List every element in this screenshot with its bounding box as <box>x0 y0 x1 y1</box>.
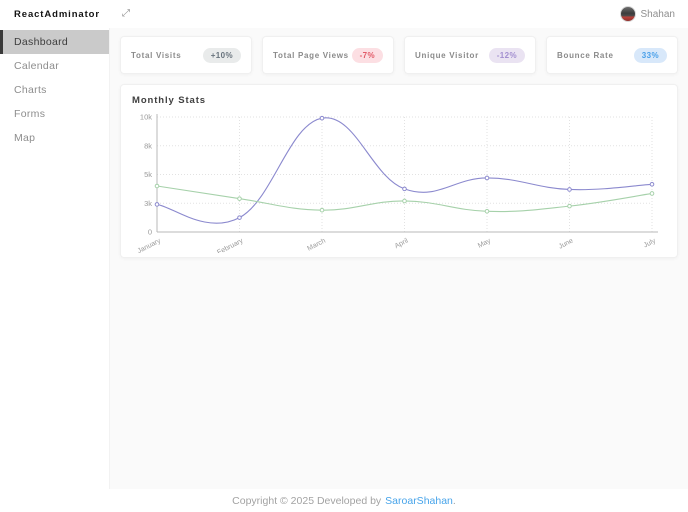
chart-point <box>567 203 572 209</box>
y-tick-label: 3k <box>144 199 152 208</box>
x-tick-label: April <box>394 237 410 250</box>
y-tick-label: 0 <box>148 228 152 237</box>
sidebar: Dashboard Calendar Charts Forms Map <box>0 28 110 489</box>
user-name[interactable]: Shahan <box>641 9 675 20</box>
monthly-stats-chart: 0 3k 5k 8k 10k January February March April May Ju… <box>137 113 658 253</box>
stat-card-label: Unique Visitor <box>415 50 479 60</box>
y-tick-label: 5k <box>144 170 152 179</box>
chart-point <box>154 202 160 207</box>
stat-badge: +10% <box>202 47 241 63</box>
chart-point <box>484 209 490 214</box>
stat-badge: -12% <box>488 47 525 63</box>
sidebar-item-forms[interactable]: Forms <box>0 102 109 126</box>
chart-point <box>237 215 242 220</box>
y-tick-label: 10k <box>140 113 152 122</box>
monthly-stats-card: Monthly Stats 0 3k 5k 8k 10k January February M… <box>120 84 678 258</box>
y-tick-label: 8k <box>144 141 152 150</box>
footer: Copyright © 2025 Developed by SaroarShah… <box>0 489 688 512</box>
stat-card-label: Total Visits <box>131 50 182 60</box>
chart-point <box>402 186 407 192</box>
chart-point <box>484 175 490 181</box>
stat-card: Total Visits +10% <box>120 36 252 74</box>
user-avatar[interactable] <box>619 6 636 22</box>
app-logo[interactable]: ReactAdminator <box>0 9 110 20</box>
x-tick-label: March <box>306 237 327 252</box>
sidebar-item-charts[interactable]: Charts <box>0 78 109 102</box>
chart-point <box>154 183 160 189</box>
chart-point <box>402 198 407 204</box>
footer-period: . <box>452 494 456 507</box>
chart-point <box>649 181 655 187</box>
chart-point <box>567 187 572 192</box>
stats-row: Total Visits +10% Total Page Views -7% Uniqu… <box>120 36 678 74</box>
stat-card: Bounce Rate 33% <box>546 36 678 74</box>
sidebar-item-calendar[interactable]: Calendar <box>0 54 109 78</box>
user-menu: Shahan <box>619 6 688 22</box>
x-tick-label: January <box>137 237 163 253</box>
stat-badge: 33% <box>633 47 667 63</box>
chart-point <box>237 196 242 201</box>
sidebar-item-dashboard[interactable]: Dashboard <box>0 30 109 54</box>
footer-author-link[interactable]: SaroarShahan <box>385 495 453 507</box>
stat-badge: -7% <box>351 47 383 63</box>
chart-point <box>319 115 325 121</box>
x-tick-label: May <box>477 237 492 249</box>
top-bar: ReactAdminator ⤢ Shahan <box>0 0 688 28</box>
main-content: Total Visits +10% Total Page Views -7% Uniqu… <box>110 28 688 489</box>
stat-card-label: Total Page Views <box>273 50 349 60</box>
stat-card-label: Bounce Rate <box>557 50 614 60</box>
chart-title: Monthly Stats <box>132 95 206 106</box>
stat-card: Unique Visitor -12% <box>404 36 536 74</box>
stat-card: Total Page Views -7% <box>262 36 394 74</box>
x-tick-label: February <box>216 237 245 253</box>
chart-point <box>319 207 325 213</box>
sidebar-item-map[interactable]: Map <box>0 126 109 150</box>
footer-copyright: Copyright © 2025 Developed by <box>232 494 382 507</box>
chart-point <box>649 191 655 196</box>
sidebar-toggle-icon[interactable]: ⤢ <box>122 9 130 19</box>
x-tick-label: June <box>558 238 575 251</box>
app-frame: Dashboard Calendar Charts Forms Map Total Vi… <box>0 28 688 489</box>
x-tick-label: July <box>643 237 658 249</box>
